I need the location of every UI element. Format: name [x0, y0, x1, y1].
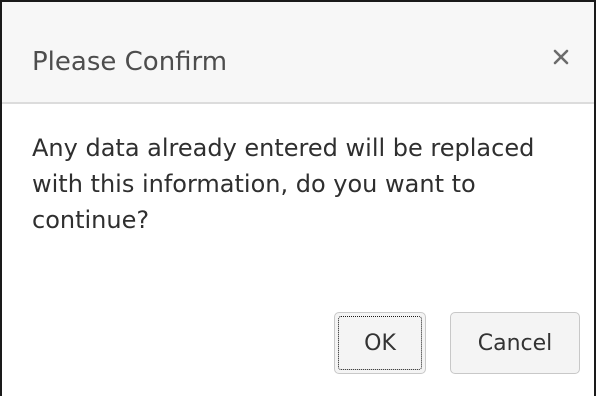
cancel-button-label: Cancel: [477, 330, 553, 356]
ok-button-label: OK: [364, 330, 396, 356]
confirm-dialog: Please Confirm Any data already entered …: [0, 0, 596, 396]
close-icon: [553, 49, 569, 65]
dialog-message: Any data already entered will be replace…: [32, 134, 535, 234]
dialog-header: Please Confirm: [2, 2, 594, 104]
cancel-button[interactable]: Cancel: [450, 312, 580, 374]
dialog-title: Please Confirm: [32, 47, 228, 77]
close-button[interactable]: [544, 40, 578, 74]
ok-button[interactable]: OK: [334, 312, 426, 374]
